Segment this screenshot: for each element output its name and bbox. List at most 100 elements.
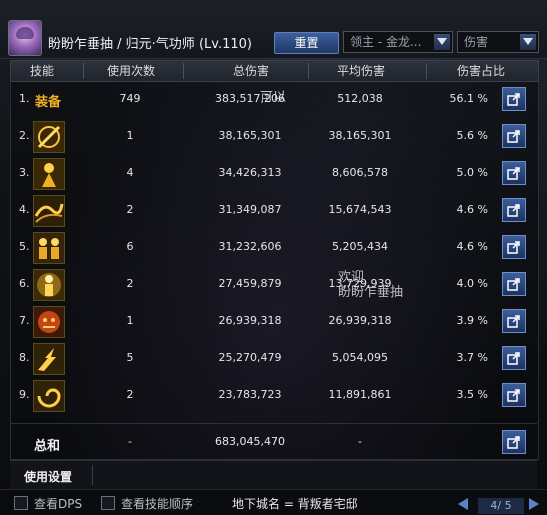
- total-damage-cell: 383,517,206: [215, 92, 285, 105]
- character-class: 归元·气功师: [125, 37, 195, 52]
- table-row[interactable]: 1. 装备 749 383,517,206 512,038 56.1 %: [10, 81, 537, 118]
- row-index: 6.: [19, 277, 30, 290]
- share-button[interactable]: [502, 235, 526, 259]
- uses-cell: 6: [126, 240, 134, 253]
- table-row[interactable]: 3. 4 34,426,313 8,606,578 5.0 %: [10, 155, 537, 192]
- uses-cell: 5: [126, 351, 134, 364]
- settings-divider: [92, 465, 93, 485]
- arrow-left-icon: [458, 498, 468, 510]
- column-header-avg: 平均伤害: [336, 64, 385, 78]
- share-button[interactable]: [502, 272, 526, 296]
- avg-damage-cell: 15,674,543: [328, 203, 392, 216]
- row-index: 2.: [19, 129, 30, 142]
- character-avatar: [8, 20, 42, 56]
- table-row[interactable]: 9. 2 23,783,723 11,891,861 3.5 %: [10, 377, 537, 414]
- share-button[interactable]: [502, 198, 526, 222]
- multi-figure-icon: [33, 232, 65, 264]
- target-select[interactable]: 领主 - 金龙...: [343, 31, 453, 53]
- tiger-mask-icon: [33, 306, 65, 338]
- row-index: 3.: [19, 166, 30, 179]
- chevron-down-icon[interactable]: [434, 34, 450, 50]
- share-icon: [507, 93, 520, 106]
- dungeon-name: 地下城名 = 背叛者宅邸: [232, 497, 358, 511]
- reset-button[interactable]: 重置: [274, 32, 339, 54]
- row-index: 8.: [19, 351, 30, 364]
- share-icon: [507, 389, 520, 402]
- character-name: 盼盼乍垂抽: [48, 37, 114, 52]
- share-button[interactable]: [502, 383, 526, 407]
- share-button[interactable]: [502, 430, 526, 454]
- title-separator: /: [117, 37, 126, 52]
- header-divider: [83, 63, 84, 79]
- check-order-label: 查看技能顺序: [121, 497, 194, 511]
- table-row[interactable]: 7. 1 26,939,318 26,939,318 3.9 %: [10, 303, 537, 340]
- uses-cell: 2: [126, 277, 134, 290]
- damage-share-cell: 4.6 %: [456, 240, 488, 253]
- share-button[interactable]: [502, 309, 526, 333]
- page-indicator: 4/ 5: [478, 498, 524, 514]
- avg-damage-cell: 11,891,861: [328, 388, 392, 401]
- uses-cell: 1: [126, 129, 134, 142]
- total-avg: -: [358, 435, 362, 448]
- table-row[interactable]: 2. 1 38,165,301 38,165,301 5.6 %: [10, 118, 537, 155]
- uses-cell: 4: [126, 166, 134, 179]
- row-index: 4.: [19, 203, 30, 216]
- target-select-value: 领主 - 金龙...: [350, 35, 422, 49]
- fist-burst-icon: [33, 158, 65, 190]
- column-header-total: 总伤害: [232, 64, 269, 78]
- share-button[interactable]: [502, 161, 526, 185]
- damage-share-cell: 5.0 %: [456, 166, 488, 179]
- avg-damage-cell: 38,165,301: [328, 129, 392, 142]
- share-icon: [507, 167, 520, 180]
- dragon-wave-icon: [33, 195, 65, 227]
- check-dps-checkbox[interactable]: [14, 496, 28, 510]
- row-index: 9.: [19, 388, 30, 401]
- equipment-label: 装备: [35, 95, 62, 110]
- total-damage-cell: 23,783,723: [218, 388, 282, 401]
- check-dps-label: 查看DPS: [34, 497, 83, 511]
- settings-label[interactable]: 使用设置: [24, 468, 72, 485]
- chevron-down-icon[interactable]: [520, 34, 536, 50]
- column-header-uses: 使用次数: [106, 64, 155, 78]
- uses-cell: 749: [119, 92, 141, 105]
- avg-damage-cell: 26,939,318: [328, 314, 392, 327]
- avg-damage-cell: 13,729,939: [328, 277, 392, 290]
- damage-share-cell: 4.6 %: [456, 203, 488, 216]
- row-index: 1.: [19, 92, 30, 105]
- total-damage: 683,045,470: [215, 435, 285, 448]
- table-row[interactable]: 6. 2 27,459,879 13,729,939 4.0 %: [10, 266, 537, 303]
- share-button[interactable]: [502, 346, 526, 370]
- table-row[interactable]: 8. 5 25,270,479 5,054,095 3.7 %: [10, 340, 537, 377]
- table-header: 技能 使用次数 总伤害 平均伤害 伤害占比: [10, 60, 539, 82]
- total-uses: -: [128, 435, 132, 448]
- next-page-button[interactable]: [527, 496, 541, 515]
- damage-share-cell: 3.5 %: [456, 388, 488, 401]
- check-order-checkbox[interactable]: [101, 496, 115, 510]
- total-damage-cell: 27,459,879: [218, 277, 282, 290]
- damage-share-cell: 3.9 %: [456, 314, 488, 327]
- row-index: 7.: [19, 314, 30, 327]
- total-damage-cell: 26,939,318: [218, 314, 282, 327]
- mode-select[interactable]: 伤害: [457, 31, 539, 53]
- share-icon: [507, 278, 520, 291]
- avg-damage-cell: 512,038: [337, 92, 383, 105]
- damage-share-cell: 56.1 %: [449, 92, 488, 105]
- prev-page-button[interactable]: [456, 496, 470, 515]
- share-icon: [507, 436, 520, 449]
- share-icon: [507, 241, 520, 254]
- bottom-bar: 查看DPS 查看技能顺序 地下城名 = 背叛者宅邸 4/ 5: [0, 489, 547, 514]
- damage-share-cell: 3.7 %: [456, 351, 488, 364]
- share-button[interactable]: [502, 124, 526, 148]
- share-icon: [507, 130, 520, 143]
- palm-strike-icon: [33, 121, 65, 153]
- table-row[interactable]: 4. 2 31,349,087 15,674,543 4.6 %: [10, 192, 537, 229]
- character-title: 盼盼乍垂抽 / 归元·气功师 (Lv.110): [48, 33, 252, 52]
- uses-cell: 2: [126, 388, 134, 401]
- top-strip: [0, 0, 547, 8]
- avg-damage-cell: 5,205,434: [332, 240, 388, 253]
- mode-select-value: 伤害: [464, 35, 489, 49]
- row-index: 5.: [19, 240, 30, 253]
- table-row[interactable]: 5. 6 31,232,606 5,205,434 4.6 %: [10, 229, 537, 266]
- share-button[interactable]: [502, 87, 526, 111]
- total-damage-cell: 31,349,087: [218, 203, 282, 216]
